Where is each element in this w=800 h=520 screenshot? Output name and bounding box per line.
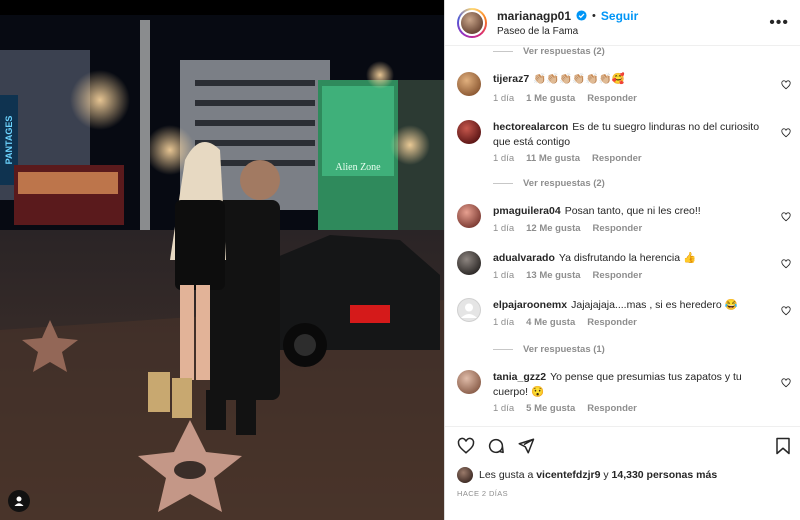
author-username[interactable]: marianagp01 [497,9,571,23]
heart-icon[interactable] [457,437,475,455]
comment-time[interactable]: 1 día [493,403,514,414]
commenter-username[interactable]: pmaguilera04 [493,205,561,217]
likes-others[interactable]: 14,330 personas más [612,469,718,481]
likes-conjunction: y [603,469,609,481]
default-avatar-icon [461,303,477,318]
separator-dot: • [592,9,596,22]
post-header: marianagp01 • Seguir Paseo de la Fama ••… [445,0,800,46]
commenter-username[interactable]: adualvarado [493,252,555,264]
heart-icon[interactable] [781,80,791,90]
commenter-avatar[interactable] [457,120,481,144]
comment-likes[interactable]: 5 Me gusta [526,403,575,414]
commenter-avatar[interactable] [457,204,481,228]
reply-button[interactable]: Responder [587,317,637,328]
theater-sign: PANTAGES [4,116,14,165]
user-tag-icon[interactable] [8,490,30,512]
author-avatar[interactable] [457,7,487,38]
commenter-avatar[interactable] [457,251,481,275]
likes-prefix: Les gusta a [479,469,534,481]
verified-icon [576,10,587,21]
reply-button[interactable]: Responder [593,223,643,234]
heart-icon[interactable] [781,259,791,269]
comment-text: Jajajajaja....mas , si es heredero 😂 [571,299,738,311]
comment-text: Posan tanto, que ni les creo!! [564,205,701,217]
post-actions: Les gusta a vicentefdzjr9 y 14,330 perso… [445,426,800,520]
comment-likes[interactable]: 11 Me gusta [526,153,580,164]
comment-likes[interactable]: 13 Me gusta [526,270,580,281]
reply-button[interactable]: Responder [592,153,642,164]
more-icon[interactable]: ••• [769,14,789,32]
comment-text: Ya disfrutando la herencia 👍 [558,252,697,264]
heart-icon[interactable] [781,378,791,388]
heart-icon[interactable] [781,212,791,222]
comment-likes[interactable]: 1 Me gusta [526,93,575,104]
photo-scene: Alien Zone PANTAGES [0,0,444,520]
comment-icon[interactable] [487,437,505,455]
reply-button[interactable]: Responder [587,403,637,414]
comments-list[interactable]: Ver respuestas (2) tijeraz7 👏🏼👏🏼👏🏼👏🏼👏🏼👏🏼🥰… [445,46,800,426]
bookmark-icon[interactable] [775,437,791,455]
post-panel: marianagp01 • Seguir Paseo de la Fama ••… [444,0,800,520]
comment-likes[interactable]: 12 Me gusta [526,223,580,234]
view-replies-button[interactable]: Ver respuestas (2) [493,178,605,189]
follow-button[interactable]: Seguir [601,9,638,23]
commenter-username[interactable]: hectorealarcon [493,121,568,133]
heart-icon[interactable] [781,128,791,138]
comment-text: 👏🏼👏🏼👏🏼👏🏼👏🏼👏🏼🥰 [533,73,625,85]
liker-username[interactable]: vicentefdzjr9 [536,469,600,481]
comment-time[interactable]: 1 día [493,270,514,281]
comment-time[interactable]: 1 día [493,153,514,164]
post-time[interactable]: HACE 2 DÍAS [457,489,508,498]
likes-summary[interactable]: Les gusta a vicentefdzjr9 y 14,330 perso… [457,467,717,483]
heart-icon[interactable] [781,306,791,316]
commenter-avatar[interactable] [457,370,481,394]
view-replies-button[interactable]: Ver respuestas (1) [493,344,605,355]
commenter-username[interactable]: tijeraz7 [493,73,529,85]
comment-time[interactable]: 1 día [493,223,514,234]
billboard-text: Alien Zone [335,162,381,173]
reply-button[interactable]: Responder [593,270,643,281]
comment-time[interactable]: 1 día [493,317,514,328]
liker-avatar[interactable] [457,467,473,483]
comment-time[interactable]: 1 día [493,93,514,104]
commenter-username[interactable]: tania_gzz2 [493,371,546,383]
view-replies-button[interactable]: Ver respuestas (2) [493,46,605,57]
commenter-avatar[interactable] [457,72,481,96]
comment-likes[interactable]: 4 Me gusta [526,317,575,328]
commenter-avatar[interactable] [457,298,481,322]
commenter-username[interactable]: elpajaroonemx [493,299,567,311]
share-icon[interactable] [517,437,535,455]
post-photo[interactable]: Alien Zone PANTAGES [0,0,444,520]
post-location[interactable]: Paseo de la Fama [497,26,638,37]
reply-button[interactable]: Responder [587,93,637,104]
